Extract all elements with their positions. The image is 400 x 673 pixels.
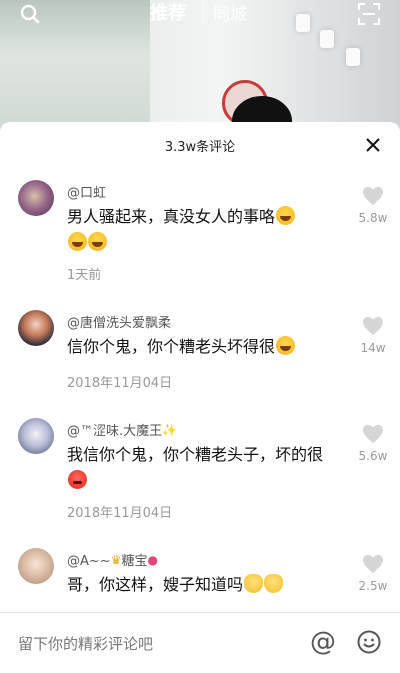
comment-username[interactable]: @口虹 — [67, 182, 106, 201]
search-icon[interactable] — [20, 4, 40, 24]
like-button[interactable]: 2.5w — [356, 554, 390, 593]
comment-text-content: 信你个鬼，你个糟老头坏得很 — [67, 337, 276, 356]
top-navigation: 推荐 同城 — [0, 0, 400, 28]
laughing-crying-emoji-icon — [276, 336, 296, 355]
avatar[interactable] — [18, 418, 54, 454]
username-suffix: 糖宝 — [121, 554, 148, 569]
like-count: 14w — [360, 341, 386, 355]
clap-emoji-icon — [244, 574, 264, 593]
comment-text: 哥，你这样，嫂子知道吗 — [67, 572, 329, 598]
like-count: 5.6w — [358, 449, 388, 463]
at-mention-icon[interactable]: @ — [310, 629, 336, 655]
comment-username[interactable]: @唐僧洗头爱飘柔 — [67, 312, 171, 331]
avatar[interactable] — [18, 180, 54, 216]
like-count: 2.5w — [358, 579, 388, 593]
tab-same-city[interactable]: 同城 — [213, 0, 247, 25]
comment-input-bar: 留下你的精彩评论吧 @ — [0, 612, 400, 673]
comment-date: 2018年11月04日 — [67, 376, 173, 391]
comment-text: 男人骚起来，真没女人的事咯 — [67, 204, 329, 256]
username-text: @A~~ — [67, 554, 111, 569]
tab-recommend[interactable]: 推荐 — [150, 0, 186, 25]
lips-icon: ● — [147, 553, 158, 567]
comment-text-content: 男人骚起来，真没女人的事咯 — [67, 207, 276, 226]
comment-text-content: 我信你个鬼，你个糟老头子，坏的很 — [67, 445, 324, 464]
angry-emoji-icon — [68, 470, 87, 489]
ceiling-light — [346, 48, 360, 66]
like-button[interactable]: 14w — [356, 316, 390, 355]
avatar[interactable] — [18, 310, 54, 346]
comment-username[interactable]: @A~~♛糖宝● — [67, 550, 158, 569]
username-text: @™涩味.大魔王 — [67, 424, 163, 439]
laughing-crying-emoji-icon — [276, 206, 296, 225]
comment-sheet: 3.3w条评论 @口虹 男人骚起来，真没女人的事咯 1天前 5.8w @唐僧洗头… — [0, 122, 400, 672]
like-button[interactable]: 5.6w — [356, 424, 390, 463]
heart-icon — [363, 186, 383, 206]
comment-input[interactable]: 留下你的精彩评论吧 — [18, 633, 153, 654]
sparkle-icon: ✨ — [162, 423, 178, 437]
like-button[interactable]: 5.8w — [356, 186, 390, 225]
laughing-crying-emoji-icon — [68, 232, 87, 251]
tab-divider — [202, 4, 203, 20]
crown-icon: ♛ — [110, 553, 122, 567]
laughing-crying-emoji-icon — [88, 232, 107, 251]
close-icon[interactable] — [364, 136, 382, 154]
clap-emoji-icon — [264, 574, 284, 593]
heart-icon — [363, 554, 383, 574]
comment-text: 我信你个鬼，你个糟老头子，坏的很 — [67, 442, 329, 494]
comment-date: 1天前 — [67, 268, 102, 283]
comment-text-content: 哥，你这样，嫂子知道吗 — [67, 575, 244, 594]
avatar[interactable] — [18, 548, 54, 584]
scan-icon[interactable] — [358, 3, 380, 25]
comment-username[interactable]: @™涩味.大魔王✨ — [67, 420, 177, 439]
comment-text: 信你个鬼，你个糟老头坏得很 — [67, 334, 329, 360]
heart-icon — [363, 424, 383, 444]
emoji-smile-icon[interactable] — [357, 630, 381, 654]
ceiling-light — [320, 30, 334, 48]
comment-count-title: 3.3w条评论 — [164, 140, 236, 155]
like-count: 5.8w — [358, 211, 388, 225]
heart-icon — [363, 316, 383, 336]
comment-date: 2018年11月04日 — [67, 506, 173, 521]
